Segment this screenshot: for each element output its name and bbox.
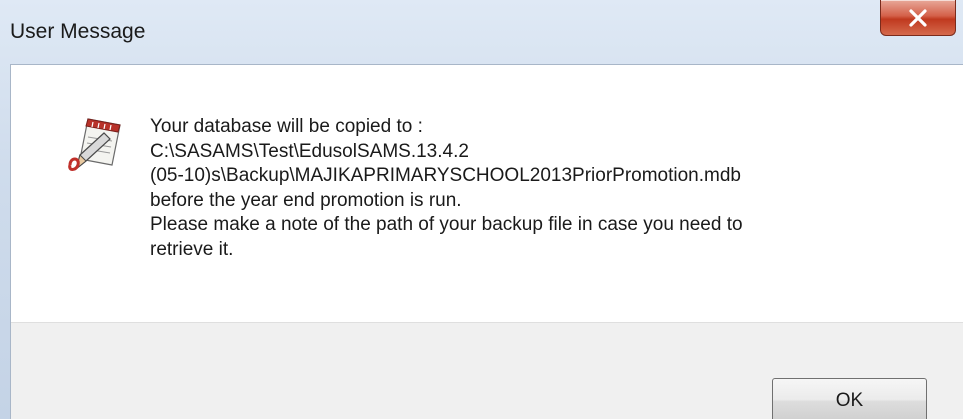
button-bar: OK <box>11 322 963 419</box>
message-line: before the year end promotion is run. <box>150 189 462 211</box>
dialog-content: Your database will be copied to : C:\SAS… <box>10 64 963 419</box>
close-button[interactable] <box>880 0 956 36</box>
message-line: Your database will be copied to : <box>150 116 423 137</box>
dialog-title: User Message <box>10 20 146 43</box>
close-icon <box>909 8 927 27</box>
message-line: retrieve it. <box>150 238 234 260</box>
message-line: (05-10)s\Backup\MAJIKAPRIMARYSCHOOL2013P… <box>150 165 741 186</box>
notepad-pencil-icon <box>68 118 121 171</box>
title-bar[interactable]: User Message <box>0 0 963 64</box>
message-text: Your database will be copied to : C:\SAS… <box>150 115 950 262</box>
ok-button[interactable]: OK <box>772 378 927 419</box>
message-line: Please make a note of the path of your b… <box>150 214 743 235</box>
message-line: C:\SASAMS\Test\EdusolSAMS.13.4.2 <box>150 140 469 162</box>
message-dialog: User Message Your database will be copie… <box>0 0 963 419</box>
